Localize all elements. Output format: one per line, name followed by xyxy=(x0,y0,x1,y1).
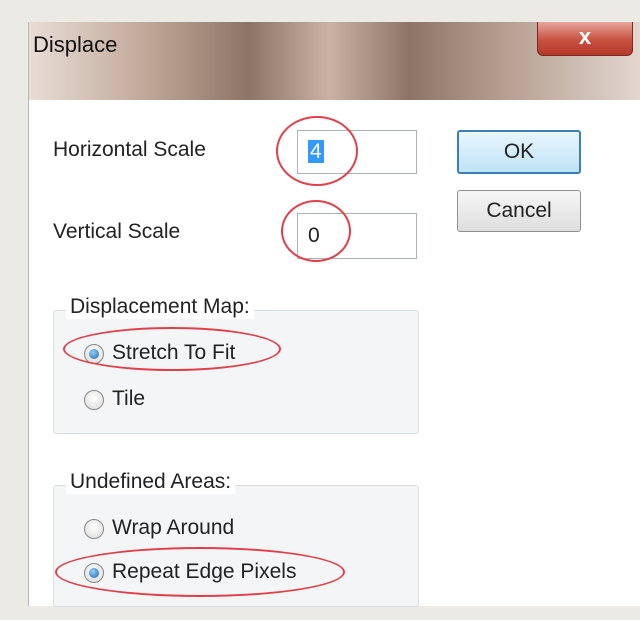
annotation-ellipse-repeat xyxy=(55,547,345,597)
annotation-circle-vertical xyxy=(281,200,351,262)
radio-wrap-around[interactable]: Wrap Around xyxy=(84,516,284,544)
radio-button[interactable] xyxy=(84,390,104,410)
annotation-circle-horizontal xyxy=(276,116,358,186)
dialog-body: Horizontal Scale 4 Vertical Scale 0 OK C… xyxy=(29,100,640,607)
vertical-scale-label: Vertical Scale xyxy=(53,220,181,243)
close-icon: x xyxy=(578,24,592,49)
displace-dialog: Displace x Horizontal Scale 4 Vertical S… xyxy=(28,22,640,607)
radio-button[interactable] xyxy=(84,519,104,539)
ok-button[interactable]: OK xyxy=(457,130,581,174)
horizontal-scale-label: Horizontal Scale xyxy=(53,138,206,161)
radio-label: Wrap Around xyxy=(112,516,235,539)
close-button[interactable]: x xyxy=(537,22,633,56)
radio-label: Tile xyxy=(112,387,146,410)
undefined-areas-legend: Undefined Areas: xyxy=(66,470,236,494)
displacement-map-group: Displacement Map: Stretch To Fit Tile xyxy=(53,295,419,434)
radio-tile[interactable]: Tile xyxy=(84,387,184,415)
annotation-ellipse-stretch xyxy=(63,327,281,371)
dialog-title: Displace xyxy=(33,32,118,57)
title-bar[interactable]: Displace x xyxy=(29,22,640,100)
displacement-map-legend: Displacement Map: xyxy=(66,295,254,319)
cancel-button[interactable]: Cancel xyxy=(457,190,581,232)
